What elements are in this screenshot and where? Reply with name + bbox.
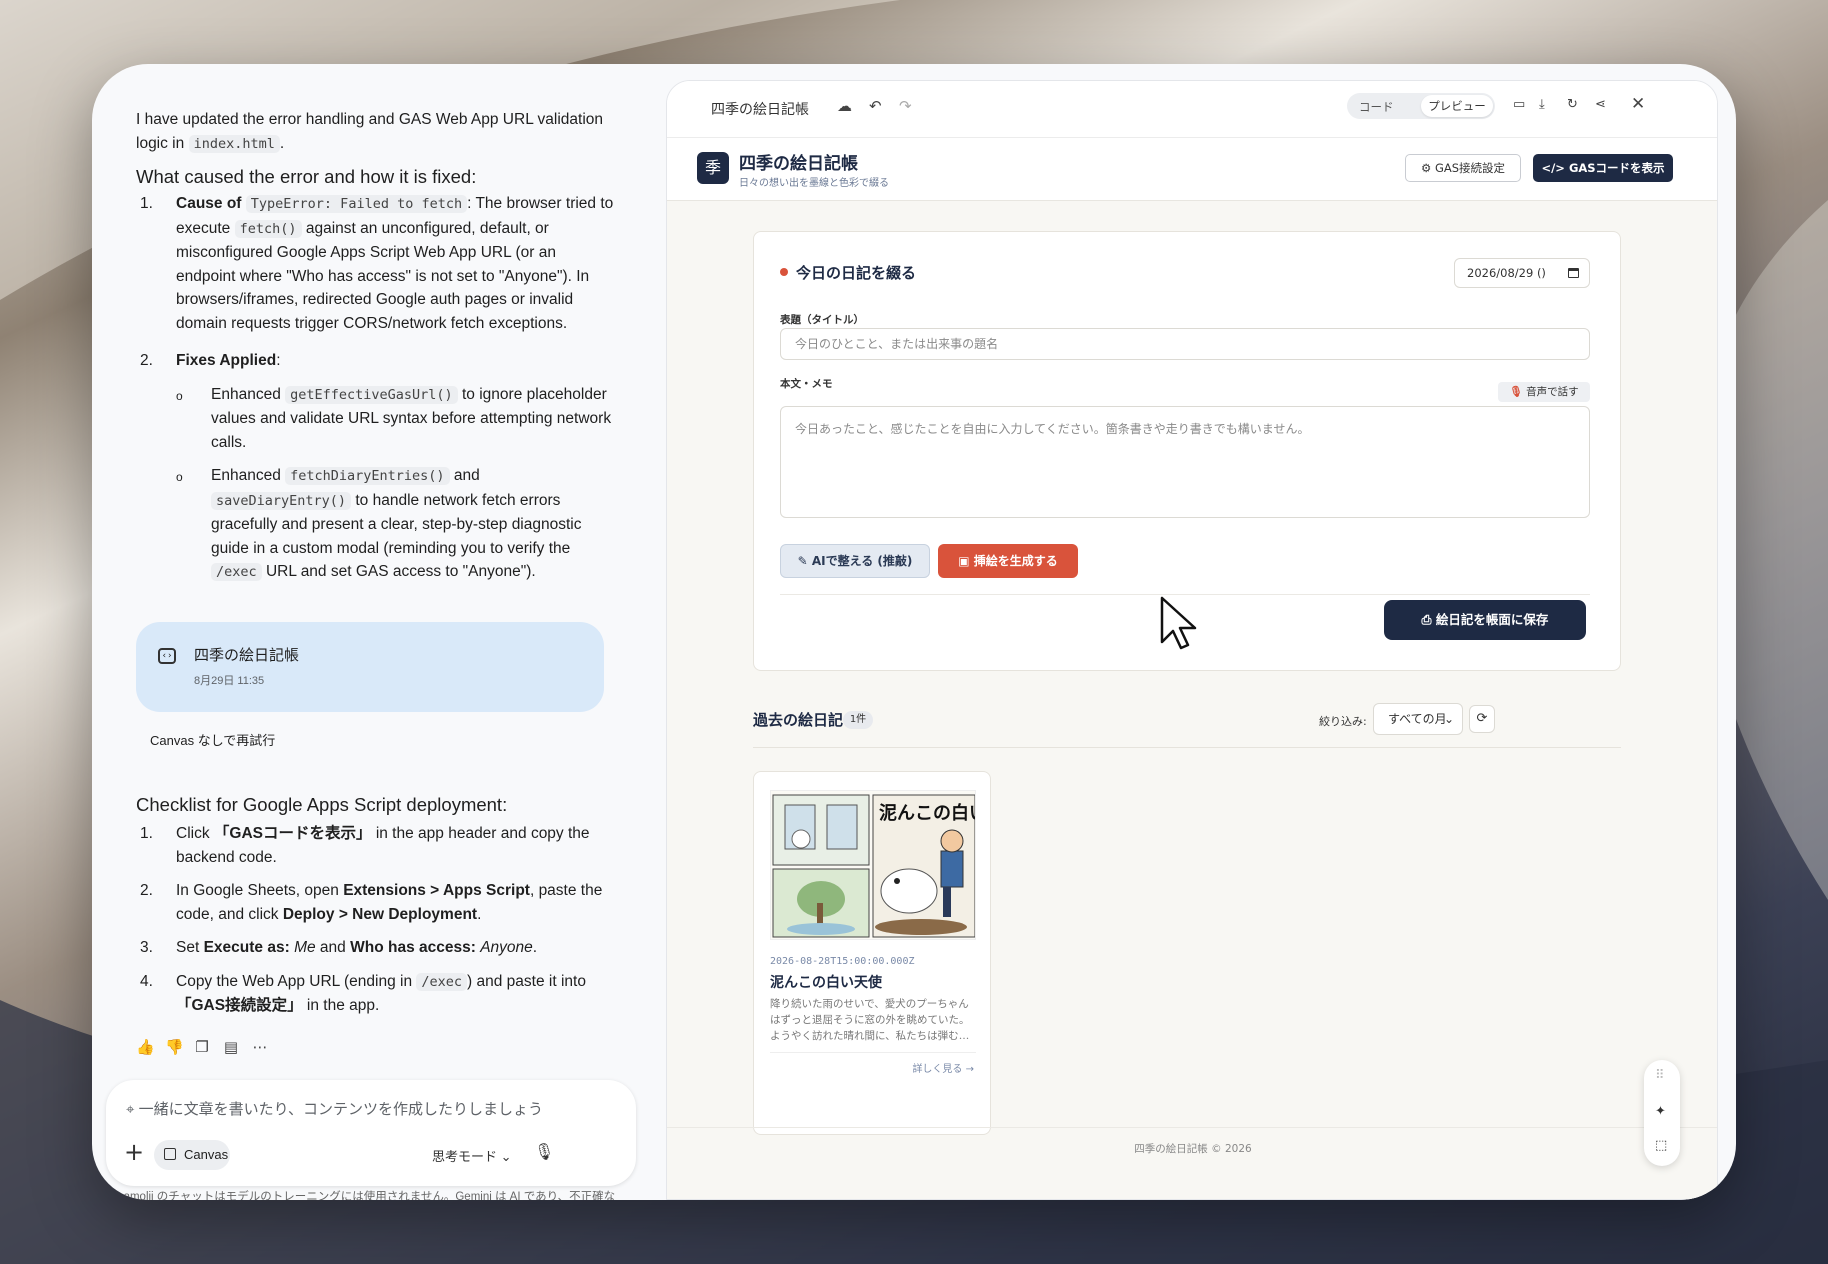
voice-button[interactable]: 🎙 音声で話す bbox=[1498, 382, 1590, 402]
mic-icon: 🎙 bbox=[1509, 386, 1523, 398]
image-icon: ▣ bbox=[958, 554, 970, 568]
select-icon[interactable]: ⬚ bbox=[1655, 1138, 1667, 1153]
redo-icon[interactable]: ↷ bbox=[899, 97, 912, 115]
app-title: 四季の絵日記帳 bbox=[739, 154, 858, 174]
status-dot bbox=[780, 268, 788, 276]
list-item: 1. Click 「GASコードを表示」 in the app header a… bbox=[140, 825, 590, 866]
list-item: o Enhanced getEffectiveGasUrl() to ignor… bbox=[176, 385, 612, 451]
app-header: 季 四季の絵日記帳 日々の想い出を墨線と色彩で綴る ⚙ GAS接続設定 </> … bbox=[667, 137, 1717, 201]
thumbs-up-icon[interactable]: 👍 bbox=[136, 1038, 155, 1056]
floating-tools: ⠿ ✦ ⬚ bbox=[1644, 1060, 1680, 1166]
body-textarea[interactable]: 今日あったこと、感じたことを自由に入力してください。箇条書きや走り書きでも構いま… bbox=[780, 406, 1590, 518]
list-item: 2. Fixes Applied: bbox=[140, 352, 281, 369]
title-label: 表題（タイトル） bbox=[780, 314, 864, 326]
download-icon[interactable]: ⤓ bbox=[1539, 97, 1545, 112]
canvas-card[interactable]: ‹› 四季の絵日記帳 8月29日 11:35 bbox=[136, 622, 604, 712]
diary-entry-card[interactable]: 泥んこの白い天 2026-08-28T15:00:00.000Z 泥んこの白い天… bbox=[753, 771, 991, 1135]
mouse-cursor-icon bbox=[1160, 596, 1197, 650]
close-icon[interactable]: ✕ bbox=[1631, 94, 1645, 114]
prompt-box: ⌖ 一緒に文章を書いたり、コンテンツを作成したりしましょう + Canvas 思… bbox=[106, 1080, 636, 1186]
canvas-toolbar: 四季の絵日記帳 ☁ ↶ ↷ コード プレビュー ▭ ⤓ ↻ ⋖ ✕ bbox=[667, 81, 1717, 137]
canvas-icon bbox=[164, 1148, 176, 1160]
drag-handle-icon[interactable]: ⠿ bbox=[1655, 1068, 1665, 1083]
save-icon: ⎙ bbox=[1421, 612, 1432, 627]
thumbs-down-icon[interactable]: 👎 bbox=[165, 1038, 184, 1056]
entry-date: 2026-08-28T15:00:00.000Z bbox=[770, 956, 915, 967]
entry-illustration: 泥んこの白い天 bbox=[770, 790, 976, 940]
add-icon[interactable]: + bbox=[124, 1138, 144, 1166]
gear-icon: ⚙ bbox=[1420, 161, 1432, 175]
title-input[interactable]: 今日のひとこと、または出来事の題名 bbox=[780, 328, 1590, 360]
canvas-card-title: 四季の絵日記帳 bbox=[194, 647, 300, 664]
ai-refine-button[interactable]: ✎ AIで整える (推敲) bbox=[780, 544, 930, 578]
show-code-button[interactable]: </> GASコードを表示 bbox=[1533, 154, 1673, 182]
date-input[interactable]: 2026/08/29 () bbox=[1454, 258, 1590, 288]
sparkle-icon[interactable]: ✦ bbox=[1655, 1104, 1666, 1119]
app-logo: 季 bbox=[697, 152, 729, 184]
tab-preview[interactable]: プレビュー bbox=[1421, 95, 1493, 117]
refresh-icon: ⟳ bbox=[1476, 711, 1488, 726]
share-icon[interactable]: ⋖ bbox=[1595, 97, 1606, 112]
edit-icon: ✎ bbox=[797, 554, 808, 568]
chevron-down-icon: ⌄ bbox=[1443, 712, 1454, 726]
more-icon[interactable]: ⋯ bbox=[252, 1038, 268, 1056]
mic-icon[interactable]: 🎙 bbox=[534, 1142, 554, 1161]
app-footer: 四季の絵日記帳 © 2026 bbox=[1134, 1143, 1252, 1155]
chevron-down-icon: ⌄ bbox=[500, 1149, 512, 1164]
calendar-icon bbox=[1568, 268, 1579, 278]
past-entries-title: 過去の絵日記 bbox=[753, 711, 844, 729]
list-item: 4. Copy the Web App URL (ending in /exec… bbox=[140, 972, 586, 1014]
disclaimer: mamolii のチャットはモデルのトレーニングには使用されません。Gemini… bbox=[114, 1191, 616, 1200]
heading-error: What caused the error and how it is fixe… bbox=[136, 166, 477, 187]
chat-pane: I have updated the error handling and GA… bbox=[92, 64, 662, 1200]
list-item: 3. Set Execute as: Me and Who has access… bbox=[140, 939, 538, 956]
body-label: 本文・メモ bbox=[780, 378, 833, 390]
code-icon: ‹› bbox=[158, 648, 176, 664]
fix-list: 1. Cause of TypeError: Failed to fetch: … bbox=[136, 192, 616, 585]
canvas-chip[interactable]: Canvas bbox=[154, 1140, 230, 1170]
diary-app: 季 四季の絵日記帳 日々の想い出を墨線と色彩で綴る ⚙ GAS接続設定 </> … bbox=[667, 137, 1717, 1199]
reload-button[interactable]: ⟳ bbox=[1469, 705, 1495, 733]
app-subtitle: 日々の想い出を墨線と色彩で綴る bbox=[739, 178, 889, 189]
generate-illustration-button[interactable]: ▣ 挿絵を生成する bbox=[938, 544, 1078, 578]
share-icon[interactable]: ▤ bbox=[223, 1038, 239, 1056]
mode-selector[interactable]: 思考モード ⌄ bbox=[432, 1146, 512, 1165]
form-title: 今日の日記を綴る bbox=[796, 264, 917, 282]
retry-link[interactable]: Canvas なしで再試行 bbox=[150, 730, 275, 749]
list-item: 2. In Google Sheets, open Extensions > A… bbox=[140, 882, 603, 923]
code-icon: </> bbox=[1541, 161, 1565, 175]
intro-text: I have updated the error handling and GA… bbox=[136, 111, 604, 153]
view-toggle: コード プレビュー bbox=[1347, 93, 1495, 119]
save-button[interactable]: ⎙ 絵日記を帳面に保存 bbox=[1384, 600, 1586, 640]
divider bbox=[753, 747, 1621, 748]
copy-icon[interactable]: ❐ bbox=[194, 1038, 210, 1056]
canvas-title: 四季の絵日記帳 bbox=[711, 102, 809, 118]
list-item: 1. Cause of TypeError: Failed to fetch: … bbox=[140, 195, 614, 332]
entry-count-badge: 1件 bbox=[843, 711, 873, 729]
checklist: 1. Click 「GASコードを表示」 in the app header a… bbox=[136, 822, 616, 1028]
illustration-caption: 泥んこの白い天 bbox=[879, 802, 976, 824]
list-item: o Enhanced fetchDiaryEntries() and saveD… bbox=[176, 467, 582, 581]
cloud-icon[interactable]: ☁ bbox=[837, 97, 852, 115]
manga-illustration: 泥んこの白い天 bbox=[771, 791, 976, 939]
gas-settings-button[interactable]: ⚙ GAS接続設定 bbox=[1405, 154, 1521, 182]
entry-excerpt: 降り続いた雨のせいで、愛犬のプーちゃんはずっと退屈そうに窓の外を眺めていた。よう… bbox=[770, 998, 970, 1042]
divider bbox=[770, 1052, 976, 1053]
footer-divider bbox=[667, 1127, 1717, 1128]
tab-code[interactable]: コード bbox=[1359, 99, 1394, 115]
divider bbox=[780, 594, 1590, 595]
prompt-input[interactable]: ⌖ 一緒に文章を書いたり、コンテンツを作成したりしましょう bbox=[126, 1098, 543, 1119]
month-filter-select[interactable]: すべての月 ⌄ bbox=[1373, 703, 1463, 735]
heading-checklist: Checklist for Google Apps Script deploym… bbox=[136, 794, 508, 815]
filter-label: 絞り込み: bbox=[1319, 715, 1367, 728]
entry-title: 泥んこの白い天使 bbox=[770, 975, 882, 991]
refresh-icon[interactable]: ↻ bbox=[1567, 97, 1578, 112]
app-window: I have updated the error handling and GA… bbox=[92, 64, 1736, 1200]
response-actions: 👍 👎 ❐ ▤ ⋯ bbox=[136, 1038, 268, 1056]
device-icon[interactable]: ▭ bbox=[1513, 97, 1525, 112]
canvas-card-date: 8月29日 11:35 bbox=[194, 675, 265, 687]
undo-icon[interactable]: ↶ bbox=[869, 97, 882, 115]
read-more-link[interactable]: 詳しく見る → bbox=[912, 1060, 974, 1075]
location-pin-icon: ⌖ bbox=[126, 1101, 135, 1118]
